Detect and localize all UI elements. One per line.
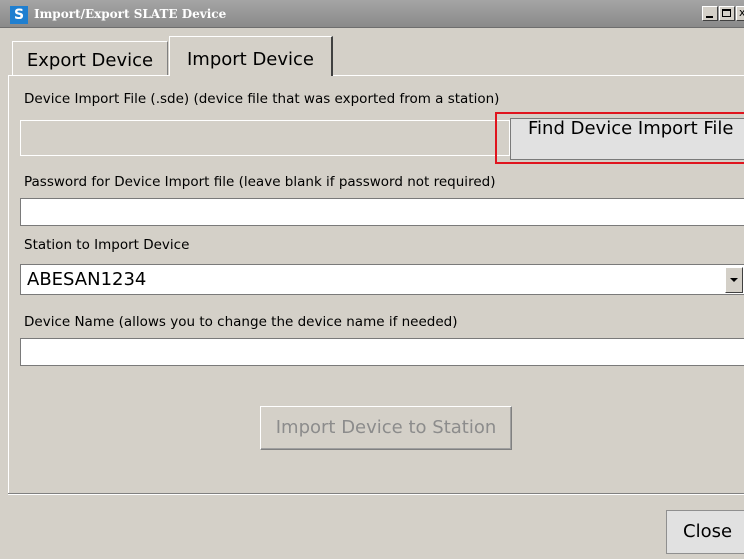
station-select[interactable]: ABESAN1234 xyxy=(20,264,744,295)
device-name-input[interactable] xyxy=(20,338,744,366)
chevron-down-icon xyxy=(730,278,738,282)
import-device-to-station-button[interactable]: Import Device to Station xyxy=(260,406,512,450)
password-input[interactable] xyxy=(20,198,744,226)
maximize-button[interactable] xyxy=(719,6,735,21)
device-import-file-path xyxy=(20,120,510,156)
dropdown-arrow-button[interactable] xyxy=(725,267,743,293)
window-titlebar: S Import/Export SLATE Device x xyxy=(0,0,744,28)
tab-export-device[interactable]: Export Device xyxy=(12,41,168,75)
device-import-file-label: Device Import File (.sde) (device file t… xyxy=(24,91,500,107)
tab-panel-border xyxy=(8,75,744,76)
tab-panel-left-border xyxy=(8,76,9,494)
window-title: Import/Export SLATE Device xyxy=(34,7,227,21)
tab-import-device[interactable]: Import Device xyxy=(169,36,333,76)
find-device-import-file-button[interactable]: Find Device Import File xyxy=(510,118,744,160)
minimize-button[interactable] xyxy=(702,6,718,21)
station-selected-value: ABESAN1234 xyxy=(27,269,147,290)
close-button[interactable]: Close xyxy=(666,510,744,554)
close-icon: x xyxy=(739,7,744,19)
device-name-label: Device Name (allows you to change the de… xyxy=(24,314,458,330)
maximize-icon xyxy=(722,9,731,17)
app-icon: S xyxy=(10,6,28,24)
footer-separator-highlight xyxy=(8,494,744,495)
password-label: Password for Device Import file (leave b… xyxy=(24,174,496,190)
window-close-button[interactable]: x xyxy=(736,6,744,21)
station-label: Station to Import Device xyxy=(24,237,190,253)
minimize-icon xyxy=(706,16,713,18)
